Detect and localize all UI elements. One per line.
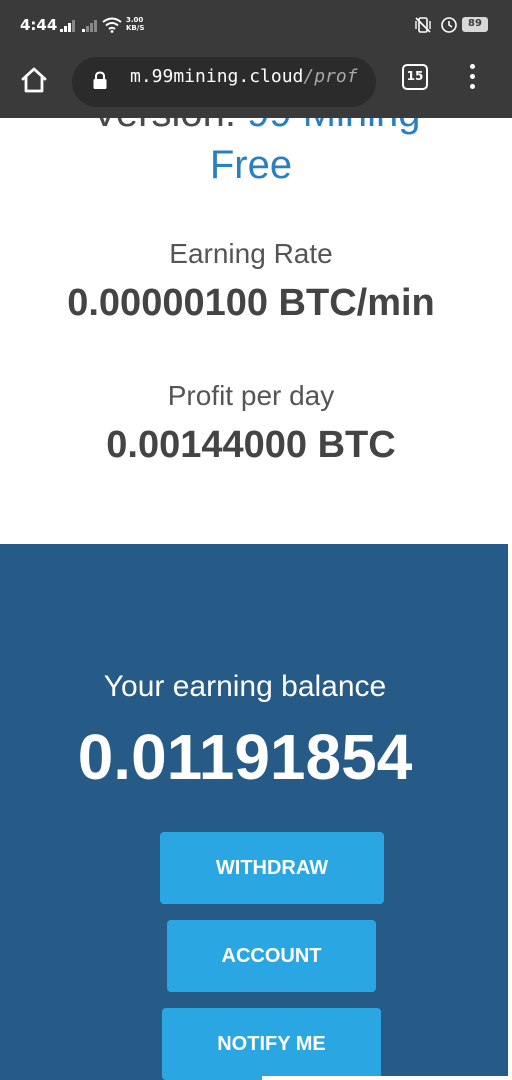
browser-toolbar: m.99mining.cloud/prof 15 bbox=[0, 52, 512, 118]
notify-me-button[interactable]: NOTIFY ME bbox=[162, 1008, 381, 1080]
withdraw-button[interactable]: WITHDRAW bbox=[160, 832, 384, 904]
earning-rate-value: 0.00000100 BTC/min bbox=[67, 282, 435, 324]
earning-rate-label: Earning Rate bbox=[169, 238, 333, 269]
battery-indicator: 89 bbox=[462, 17, 488, 32]
balance-value: 0.01191854 bbox=[77, 721, 413, 793]
version-line: Version: 99 Mining bbox=[0, 118, 512, 138]
version-prefix: Version: bbox=[91, 118, 247, 135]
lock-icon bbox=[93, 71, 107, 89]
speed-unit: KB/S bbox=[126, 24, 145, 32]
signal-icon bbox=[60, 20, 75, 32]
account-button[interactable]: ACCOUNT bbox=[167, 920, 376, 992]
profit-per-day-label: Profit per day bbox=[167, 380, 335, 411]
home-icon[interactable] bbox=[18, 64, 50, 96]
alarm-icon bbox=[441, 17, 457, 33]
balance-label: Your earning balance bbox=[103, 670, 387, 703]
bottom-edge bbox=[262, 1076, 512, 1080]
plan-info-section: Version: 99 Mining Free Earning Rate 0.0… bbox=[0, 118, 512, 544]
version-value: 99 Mining bbox=[247, 118, 420, 135]
balance-panel: Your earning balance 0.01191854 WITHDRAW… bbox=[0, 544, 508, 1080]
speed-value: 3.00 bbox=[126, 16, 144, 24]
url-text[interactable]: m.99mining.cloud/prof bbox=[130, 66, 362, 92]
status-bar: 4:44 3.00 KB/S 89 bbox=[0, 0, 512, 52]
profit-per-day-value: 0.00144000 BTC bbox=[106, 424, 396, 466]
wifi-icon bbox=[102, 17, 122, 33]
status-time: 4:44 bbox=[20, 16, 58, 34]
vibrate-icon bbox=[415, 17, 431, 33]
url-host: m.99mining.cloud bbox=[130, 66, 304, 87]
signal-icon-2 bbox=[82, 20, 97, 32]
version-free: Free bbox=[209, 143, 293, 187]
more-menu-icon[interactable] bbox=[466, 64, 478, 94]
network-speed: 3.00 KB/S bbox=[126, 16, 144, 32]
url-path: /prof bbox=[303, 66, 358, 87]
tab-switcher-button[interactable]: 15 bbox=[402, 64, 428, 90]
